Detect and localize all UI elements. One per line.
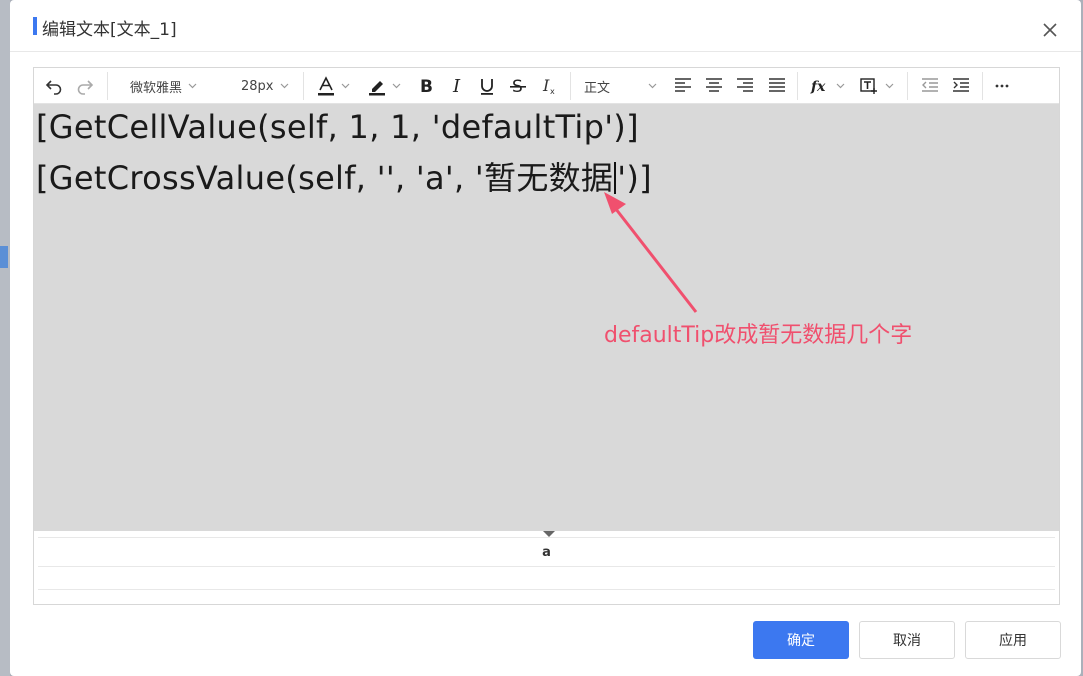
line-2-after-caret: ')] (617, 159, 652, 197)
preview-divider (38, 566, 1055, 567)
annotation-text: defaultTip改成暂无数据几个字 (604, 323, 913, 348)
content-line-2: [GetCrossValue(self, '', 'a', '暂无数据 ')] (36, 153, 652, 199)
edit-text-dialog: 编辑文本[文本_1] 微软雅黑 28px B I S I x 正文 fx [Ge… (10, 0, 1081, 676)
chevron-down-icon (648, 83, 657, 89)
undo-icon[interactable] (44, 68, 64, 104)
chevron-down-icon (885, 83, 894, 89)
highlight-icon (369, 81, 385, 96)
paragraph-style-value: 正文 (584, 80, 611, 96)
dialog-title: 编辑文本[文本_1] (42, 20, 177, 40)
content-line-1: [GetCellValue(self, 1, 1, 'defaultTip')] (36, 108, 639, 146)
font-family-select[interactable]: 微软雅黑 (130, 68, 197, 104)
editor-content[interactable]: [GetCellValue(self, 1, 1, 'defaultTip')]… (34, 104, 1059, 531)
chevron-down-icon (836, 83, 845, 89)
chevron-down-icon (341, 83, 350, 89)
text-caret (614, 162, 617, 194)
indent-icon[interactable] (952, 68, 970, 104)
apply-button[interactable]: 应用 (965, 621, 1061, 659)
font-size-select[interactable]: 28px (241, 68, 289, 104)
chevron-down-icon (188, 83, 197, 89)
formula-icon: fx (810, 79, 826, 95)
more-icon[interactable] (994, 68, 1010, 104)
font-color-button[interactable] (317, 68, 350, 104)
toolbar-divider (907, 72, 908, 100)
align-center-icon[interactable] (705, 68, 723, 104)
backdrop-left (0, 0, 10, 676)
toolbar-divider (570, 72, 571, 100)
preview-divider (38, 589, 1055, 590)
formula-button[interactable]: fx (810, 68, 845, 104)
insert-field-button[interactable] (859, 68, 894, 104)
highlight-color-button[interactable] (368, 68, 401, 104)
toolbar-divider (982, 72, 983, 100)
resize-handle-icon[interactable] (543, 531, 555, 537)
bold-icon[interactable]: B (417, 68, 435, 104)
redo-icon[interactable] (75, 68, 95, 104)
outdent-icon[interactable] (921, 68, 939, 104)
svg-text:x: x (550, 87, 555, 96)
align-left-icon[interactable] (674, 68, 692, 104)
align-justify-icon[interactable] (768, 68, 786, 104)
clear-format-icon[interactable]: Ix (540, 68, 558, 104)
svg-text:I: I (452, 76, 461, 96)
preview-area: a (34, 531, 1059, 604)
toolbar-divider (303, 72, 304, 100)
line-2-before-caret: [GetCrossValue(self, '', 'a', '暂无数据 (36, 159, 614, 197)
cancel-button[interactable]: 取消 (859, 621, 955, 659)
preview-divider (38, 537, 1055, 538)
svg-text:fx: fx (810, 79, 826, 95)
font-family-value: 微软雅黑 (130, 80, 183, 96)
align-right-icon[interactable] (736, 68, 754, 104)
font-color-icon (318, 76, 334, 96)
close-icon[interactable] (1040, 20, 1060, 40)
paragraph-style-select[interactable]: 正文 (584, 68, 657, 104)
toolbar-divider (107, 72, 108, 100)
strikethrough-icon[interactable]: S (509, 68, 527, 104)
title-accent-bar (33, 17, 37, 35)
chevron-down-icon (392, 83, 401, 89)
backdrop-blue-tab (0, 246, 8, 268)
toolbar-divider (797, 72, 798, 100)
underline-icon[interactable] (478, 68, 496, 104)
rich-text-editor: 微软雅黑 28px B I S I x 正文 fx [GetCellValue(… (33, 67, 1060, 605)
font-size-value: 28px (241, 78, 274, 94)
preview-value: a (542, 545, 551, 560)
svg-text:I: I (542, 76, 550, 95)
dialog-header: 编辑文本[文本_1] (10, 0, 1081, 52)
svg-text:B: B (420, 77, 433, 96)
insert-field-icon (860, 78, 877, 94)
chevron-down-icon (280, 83, 288, 89)
editor-toolbar: 微软雅黑 28px B I S I x 正文 fx (34, 68, 1059, 104)
confirm-button[interactable]: 确定 (753, 621, 849, 659)
italic-icon[interactable]: I (448, 68, 466, 104)
